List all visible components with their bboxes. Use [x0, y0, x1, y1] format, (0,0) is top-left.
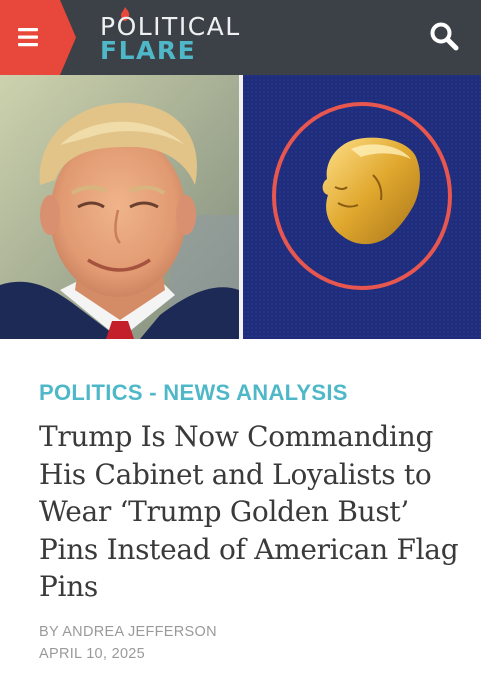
hero-image[interactable] [0, 75, 481, 339]
site-header: POLITICAL FLARE [0, 0, 481, 75]
search-button[interactable] [428, 20, 462, 54]
logo-text-flare: FLARE [100, 36, 197, 65]
portrait-photo [0, 75, 239, 339]
hamburger-menu-icon [0, 0, 76, 75]
article-category[interactable]: POLITICS - NEWS ANALYSIS [39, 380, 348, 406]
menu-button[interactable] [0, 0, 76, 75]
site-logo[interactable]: POLITICAL FLARE [100, 7, 240, 65]
article-byline: BY ANDREA JEFFERSON [39, 624, 217, 640]
article-headline[interactable]: Trump Is Now Commanding His Cabinet and … [39, 418, 459, 606]
golden-bust-pin-photo [243, 75, 481, 339]
search-icon [430, 22, 459, 51]
article-date: APRIL 10, 2025 [39, 646, 146, 662]
